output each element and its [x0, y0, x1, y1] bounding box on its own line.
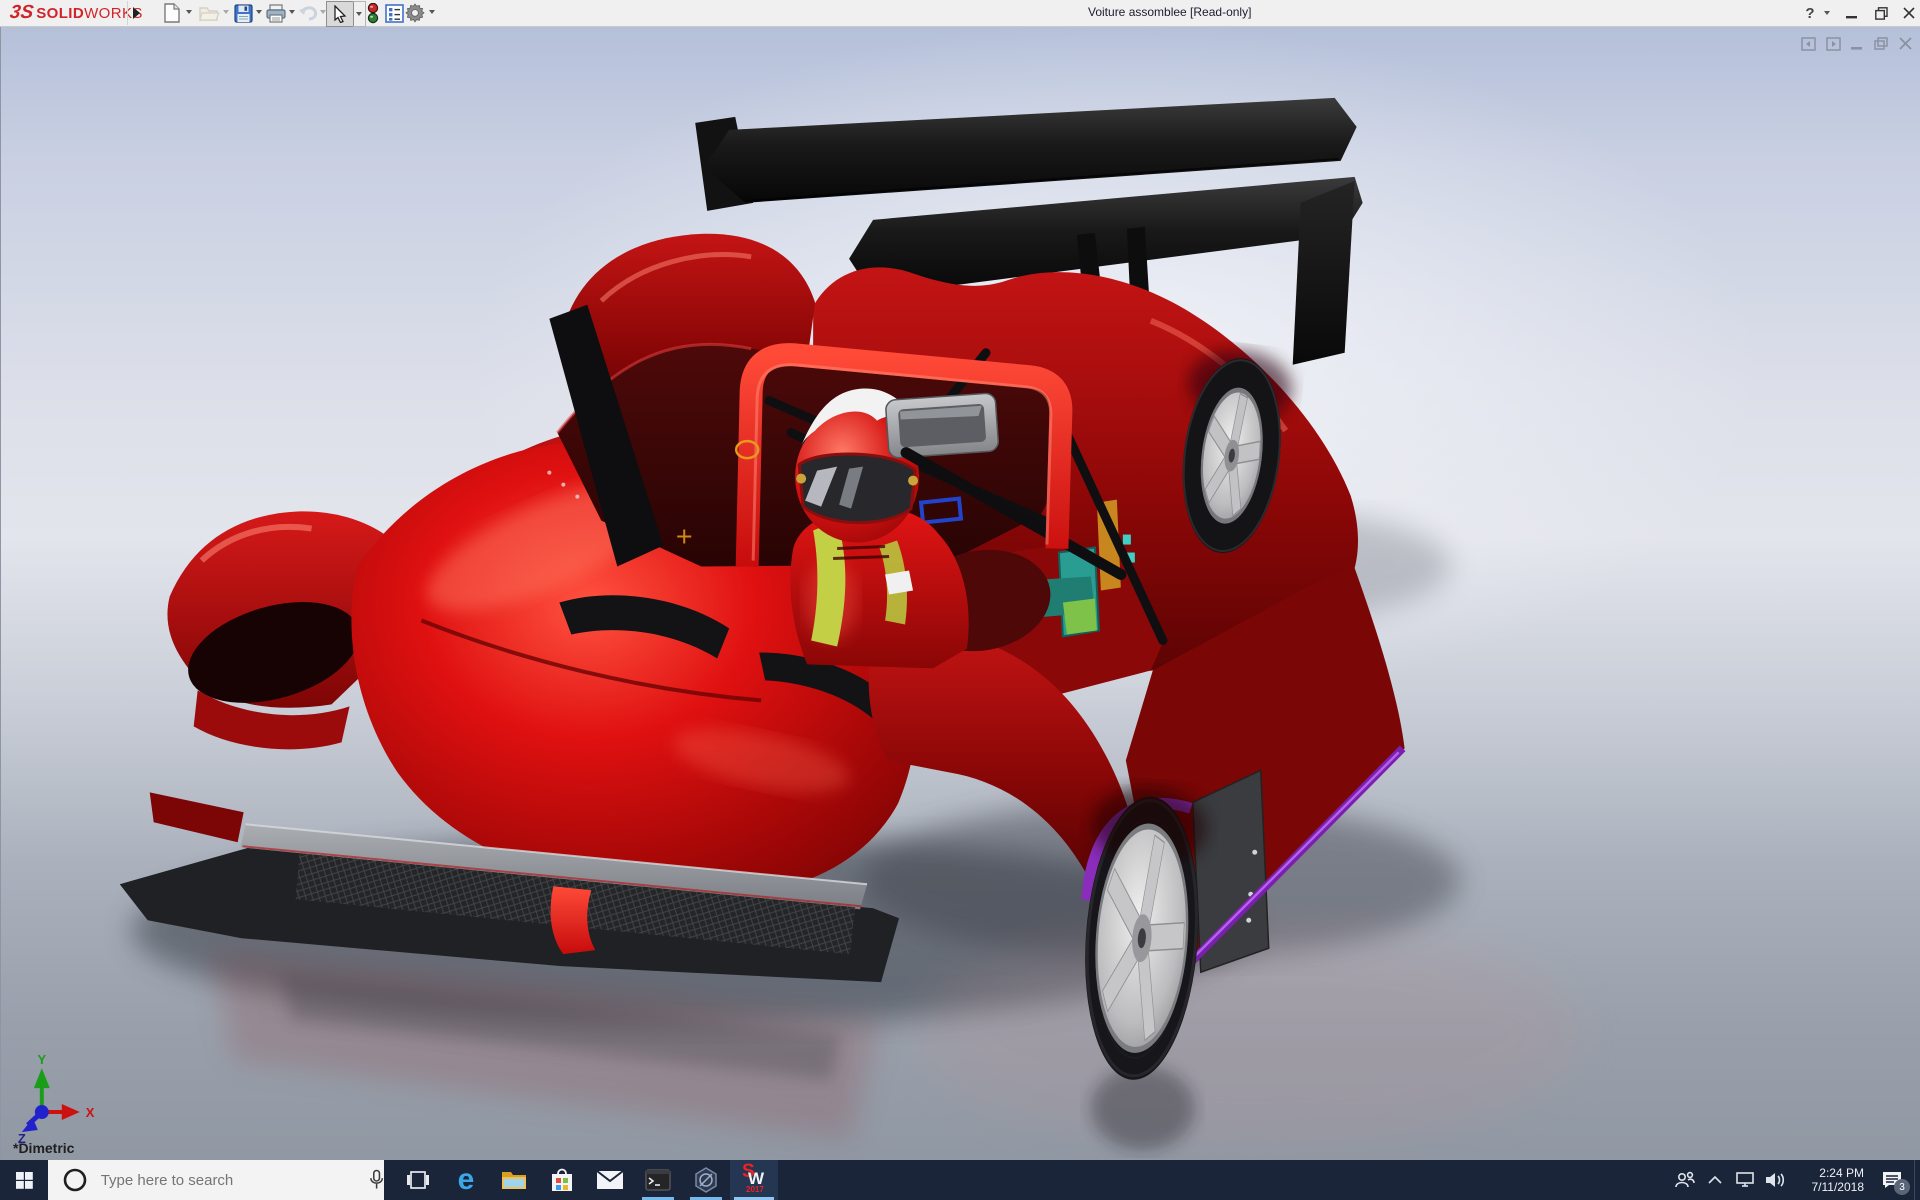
orientation-triad: Y X Z [18, 1052, 95, 1146]
separator [127, 1, 128, 25]
help-dropdown-caret[interactable] [1824, 11, 1830, 15]
network-button[interactable] [1730, 1160, 1760, 1200]
open-folder-icon [199, 4, 220, 22]
doc-close-icon[interactable] [1899, 37, 1913, 51]
clock-date: 7/11/2018 [1794, 1180, 1864, 1194]
file-properties-button[interactable] [383, 2, 405, 24]
command-prompt-button[interactable] [634, 1160, 682, 1200]
people-button[interactable] [1670, 1160, 1700, 1200]
notification-badge: 3 [1894, 1179, 1910, 1195]
taskbar-clock[interactable]: 2:24 PM 7/11/2018 [1794, 1166, 1864, 1194]
taskbar-search[interactable] [48, 1160, 384, 1200]
select-tool-button[interactable] [326, 1, 354, 27]
cortana-icon [62, 1167, 87, 1193]
dassault-3ds-icon: 3S [8, 2, 34, 24]
close-icon [1903, 7, 1915, 19]
gear-icon [405, 3, 425, 23]
options-button[interactable] [404, 2, 426, 24]
triad-x-label: X [86, 1105, 95, 1120]
window-title: Voiture assomblee [Read-only] [1088, 5, 1251, 19]
action-center-button[interactable]: 3 [1870, 1160, 1914, 1200]
traffic-light-icon [367, 3, 379, 24]
windows-taskbar: e S [0, 1160, 1920, 1200]
edrawings-hexagon-icon [693, 1167, 719, 1193]
undo-button[interactable] [297, 2, 319, 24]
minimize-button[interactable] [1840, 0, 1864, 26]
pane-right-icon[interactable] [1826, 37, 1841, 51]
network-icon [1734, 1171, 1756, 1189]
triad-y-label: Y [37, 1052, 46, 1067]
close-button[interactable] [1898, 0, 1920, 26]
rebuild-button[interactable] [362, 2, 384, 24]
solidworks-button[interactable]: S W 2017 [730, 1160, 778, 1200]
select-cursor-icon [333, 5, 347, 23]
rear-view-mirror[interactable] [885, 393, 999, 458]
task-view-button[interactable] [394, 1160, 442, 1200]
doc-restore-icon[interactable] [1874, 37, 1889, 51]
open-button[interactable] [198, 2, 220, 24]
new-dropdown-caret[interactable] [186, 10, 192, 14]
new-document-button[interactable] [161, 2, 183, 24]
start-button[interactable] [0, 1160, 48, 1200]
search-input[interactable] [99, 1171, 331, 1190]
3d-model-race-car[interactable]: Y X Z [1, 27, 1920, 1160]
options-dropdown-caret[interactable] [429, 10, 435, 14]
doc-minimize-icon[interactable] [1851, 37, 1864, 51]
titlebar: 3S SOLID WORKS [0, 0, 1920, 27]
store-button[interactable] [538, 1160, 586, 1200]
show-desktop-button[interactable] [1914, 1160, 1920, 1200]
chevron-up-icon [1707, 1175, 1723, 1185]
save-button[interactable] [232, 2, 254, 24]
file-explorer-button[interactable] [490, 1160, 538, 1200]
solidworks-2017-icon: S W 2017 [740, 1165, 768, 1195]
edge-button[interactable]: e [442, 1160, 490, 1200]
task-view-icon [406, 1168, 430, 1192]
edrawings-button[interactable] [682, 1160, 730, 1200]
undo-arrow-icon [298, 4, 319, 22]
windows-logo-icon [16, 1172, 33, 1189]
save-dropdown-caret[interactable] [256, 10, 262, 14]
minimize-icon [1846, 7, 1858, 19]
new-document-icon [163, 3, 181, 23]
print-icon [266, 4, 286, 23]
solidworks-logo: 3S SOLID WORKS [10, 2, 143, 24]
mail-button[interactable] [586, 1160, 634, 1200]
command-prompt-icon [645, 1169, 671, 1191]
graphics-viewport[interactable]: Y X Z *Dimetric [0, 27, 1920, 1160]
people-icon [1674, 1171, 1696, 1189]
mail-icon [596, 1170, 624, 1190]
pane-left-icon[interactable] [1801, 37, 1816, 51]
file-properties-icon [385, 4, 404, 23]
system-tray: 2:24 PM 7/11/2018 3 [1670, 1160, 1920, 1200]
edge-icon: e [458, 1167, 475, 1193]
menu-expand-icon[interactable] [133, 7, 140, 19]
speaker-icon [1764, 1171, 1786, 1189]
view-orientation-label: *Dimetric [13, 1140, 74, 1156]
store-icon [550, 1167, 574, 1193]
clock-time: 2:24 PM [1794, 1166, 1864, 1180]
print-dropdown-caret[interactable] [289, 10, 295, 14]
restore-icon [1875, 7, 1888, 20]
file-explorer-icon [501, 1169, 527, 1191]
microphone-icon[interactable] [369, 1169, 384, 1191]
document-window-controls [1801, 37, 1913, 51]
hidden-icons-button[interactable] [1700, 1160, 1730, 1200]
help-button[interactable]: ? [1800, 0, 1820, 26]
restore-button[interactable] [1868, 0, 1894, 26]
open-dropdown-caret[interactable] [223, 10, 229, 14]
save-floppy-icon [234, 4, 253, 23]
print-button[interactable] [265, 2, 287, 24]
volume-button[interactable] [1760, 1160, 1790, 1200]
